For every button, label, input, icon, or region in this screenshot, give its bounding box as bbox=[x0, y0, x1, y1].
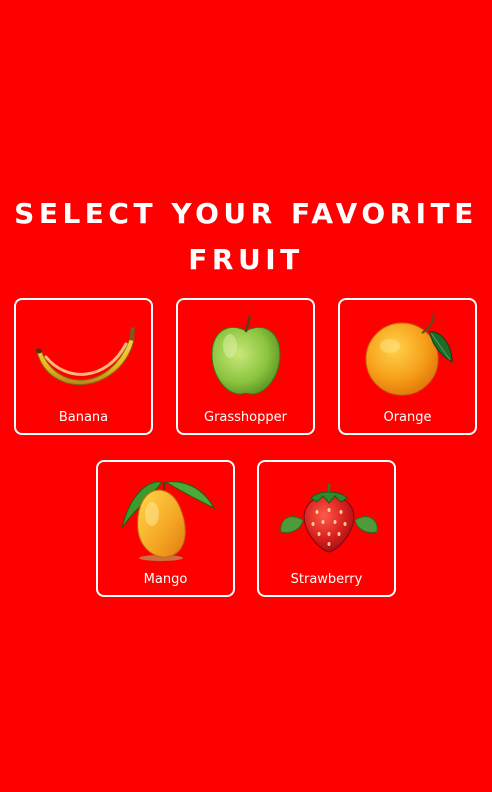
fruit-card-mango[interactable]: Mango bbox=[96, 460, 235, 597]
fruit-card-orange[interactable]: Orange bbox=[338, 298, 477, 435]
fruit-card-grasshopper[interactable]: Grasshopper bbox=[176, 298, 315, 435]
mango-icon bbox=[121, 481, 216, 561]
page-title: SELECT YOUR FAVORITE FRUIT bbox=[14, 197, 478, 276]
fruit-label: Strawberry bbox=[290, 572, 363, 587]
strawberry-icon bbox=[280, 484, 378, 553]
fruit-label: Grasshopper bbox=[204, 410, 287, 425]
fruit-card-strawberry[interactable]: Strawberry bbox=[257, 460, 396, 597]
fruit-label: Mango bbox=[143, 572, 188, 587]
fruit-label: Banana bbox=[58, 410, 109, 425]
fruit-card-banana[interactable]: Banana bbox=[14, 298, 153, 435]
orange-icon bbox=[365, 313, 453, 396]
fruit-label: Orange bbox=[383, 410, 432, 425]
green-apple-icon bbox=[211, 314, 281, 395]
banana-icon bbox=[36, 327, 135, 385]
